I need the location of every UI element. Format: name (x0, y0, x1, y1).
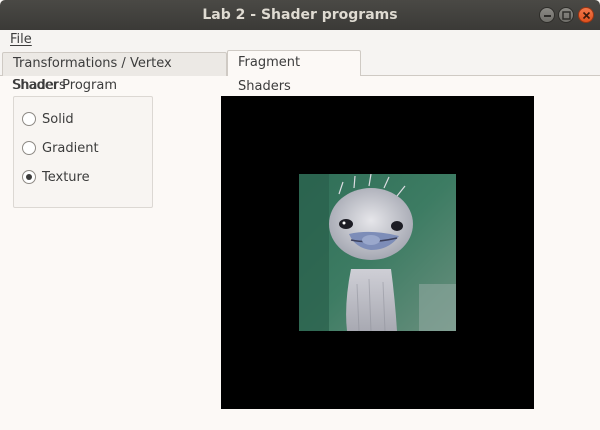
radio-gradient-label: Gradient (42, 140, 99, 156)
window-title: Lab 2 - Shader programs (202, 7, 398, 23)
menu-bar: File (0, 30, 600, 49)
tab-fragment-shaders[interactable]: Fragment Shaders (227, 50, 361, 94)
close-icon (582, 11, 591, 20)
ostrich-image (299, 174, 456, 331)
tab-bar: Transformations / Vertex Shaders Fragmen… (0, 49, 600, 94)
close-button[interactable] (578, 7, 594, 23)
radio-texture[interactable]: Texture (22, 168, 90, 186)
radio-solid-circle[interactable] (22, 112, 36, 126)
minimize-icon (544, 15, 551, 17)
minimize-button[interactable] (539, 7, 555, 23)
textured-quad-ostrich-image (299, 174, 456, 331)
shader-program-group-label: Shader Program (12, 78, 118, 93)
tab-transformations-vertex-shaders[interactable]: Transformations / Vertex Shaders (2, 52, 227, 93)
radio-gradient[interactable]: Gradient (22, 139, 99, 157)
radio-solid[interactable]: Solid (22, 110, 74, 128)
radio-gradient-circle[interactable] (22, 141, 36, 155)
radio-texture-circle[interactable] (22, 170, 36, 184)
maximize-icon (562, 11, 571, 20)
menu-file[interactable]: File (10, 32, 32, 47)
title-bar: Lab 2 - Shader programs (0, 0, 600, 30)
radio-texture-label: Texture (42, 169, 90, 185)
radio-solid-label: Solid (42, 111, 74, 127)
maximize-button[interactable] (558, 7, 574, 23)
